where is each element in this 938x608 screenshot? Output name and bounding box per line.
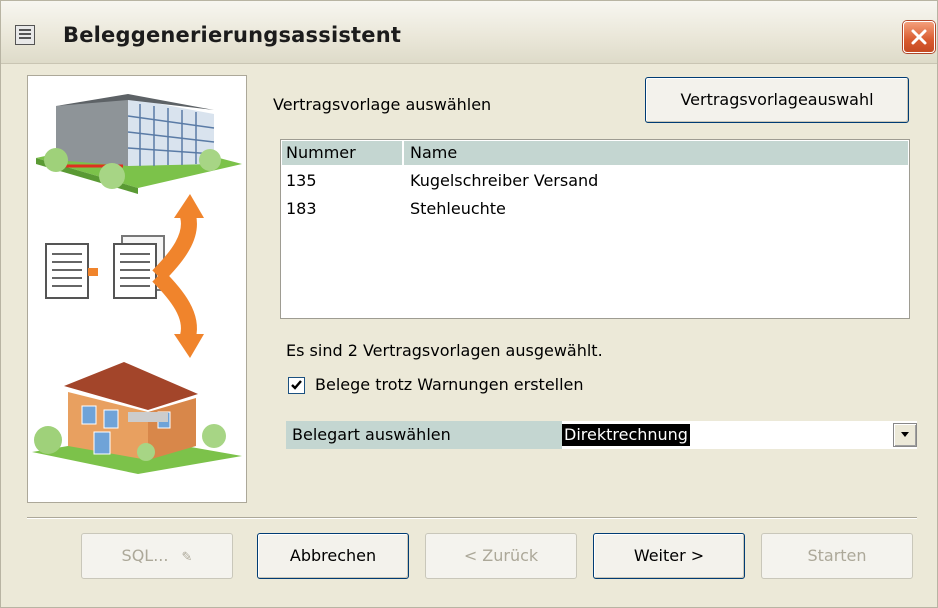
- wizard-illustration: [27, 75, 247, 503]
- warnings-checkbox-label[interactable]: Belege trotz Warnungen erstellen: [315, 375, 584, 394]
- office-building-icon: [36, 94, 242, 194]
- sql-button-label: SQL...: [121, 546, 169, 565]
- house-icon: [32, 362, 242, 474]
- start-button[interactable]: Starten: [761, 533, 913, 579]
- back-button-label: < Zurück: [463, 546, 539, 565]
- list-item[interactable]: 183 Stehleuchte: [281, 196, 909, 222]
- column-header-name[interactable]: Name: [406, 141, 457, 165]
- documents-icon: [45, 235, 165, 299]
- sql-button[interactable]: SQL... ✎: [81, 533, 233, 579]
- cell-name: Stehleuchte: [410, 199, 506, 218]
- document-type-select[interactable]: Direktrechnung: [562, 421, 917, 449]
- back-button[interactable]: < Zurück: [425, 533, 577, 579]
- template-list[interactable]: Nummer Name 135 Kugelschreiber Versand 1…: [280, 139, 910, 319]
- dialog-window: Beleggenerierungsassistent Vertragsvorla…: [0, 0, 938, 608]
- form-icon: [15, 25, 35, 45]
- checkmark-icon: [291, 380, 302, 390]
- close-button[interactable]: [903, 21, 935, 53]
- cell-nummer: 135: [286, 171, 317, 190]
- document-type-label: Belegart auswählen: [286, 421, 562, 449]
- next-button-label: Weiter >: [633, 546, 705, 565]
- chevron-down-icon[interactable]: [893, 423, 917, 447]
- template-selection-button-label: Vertragsvorlageauswahl: [680, 90, 874, 109]
- list-header: Nummer Name: [282, 141, 908, 165]
- warnings-checkbox[interactable]: [288, 377, 305, 394]
- next-button[interactable]: Weiter >: [593, 533, 745, 579]
- start-button-label: Starten: [807, 546, 867, 565]
- window-title: Beleggenerierungsassistent: [63, 23, 402, 47]
- selection-status-text: Es sind 2 Vertragsvorlagen ausgewählt.: [286, 341, 603, 360]
- close-icon: [911, 29, 927, 45]
- column-header-nummer[interactable]: Nummer: [282, 141, 404, 165]
- document-type-value: Direktrechnung: [562, 424, 690, 446]
- pencil-icon: ✎: [181, 550, 193, 565]
- template-selection-button[interactable]: Vertragsvorlageauswahl: [645, 77, 909, 123]
- select-template-label: Vertragsvorlage auswählen: [273, 95, 492, 114]
- cancel-button[interactable]: Abbrechen: [257, 533, 409, 579]
- cancel-button-label: Abbrechen: [289, 546, 377, 565]
- illustration-graphic: [32, 94, 242, 474]
- arrows-icon: [152, 194, 204, 358]
- cell-nummer: 183: [286, 199, 317, 218]
- title-bar[interactable]: Beleggenerierungsassistent: [1, 1, 937, 64]
- list-item[interactable]: 135 Kugelschreiber Versand: [281, 168, 909, 194]
- footer-separator: [27, 517, 917, 519]
- cell-name: Kugelschreiber Versand: [410, 171, 599, 190]
